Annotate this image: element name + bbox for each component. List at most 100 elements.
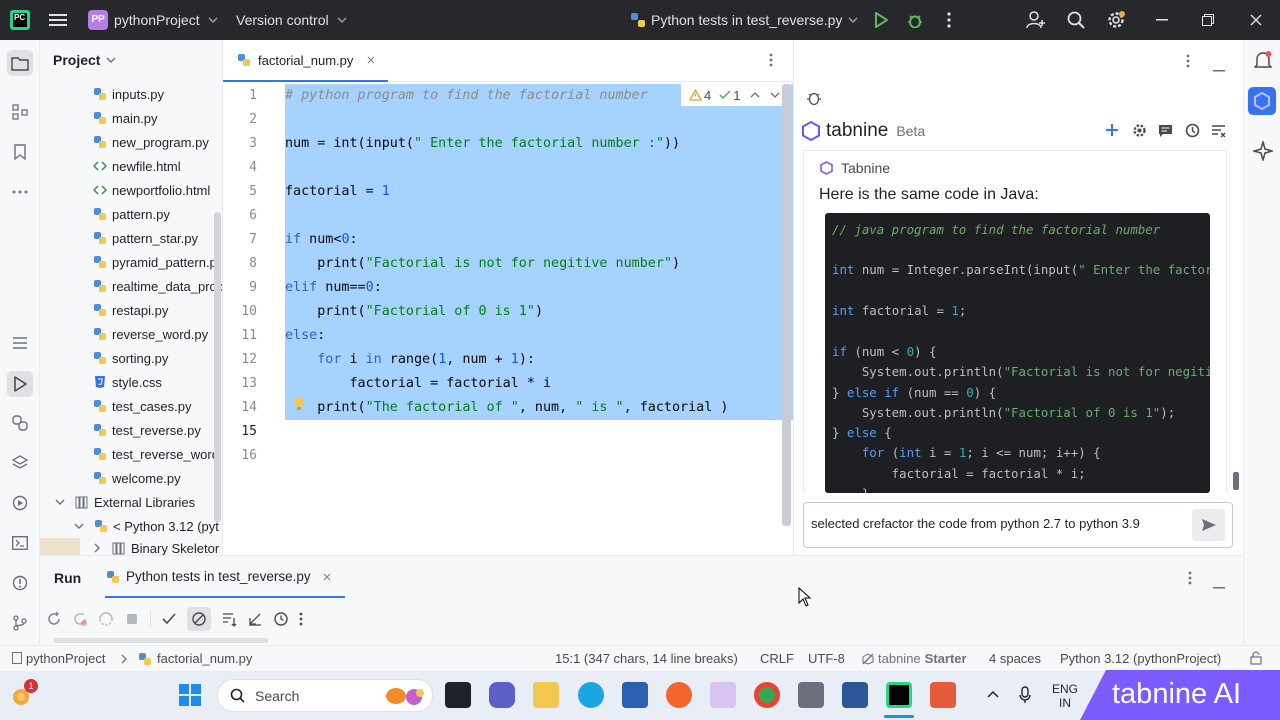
debug-bug-icon[interactable] bbox=[903, 8, 927, 32]
tabnine-settings-icon[interactable] bbox=[1132, 123, 1147, 141]
rerun-failed-icon[interactable] bbox=[72, 611, 88, 627]
file-tree-item[interactable]: pattern.py bbox=[93, 202, 170, 226]
add-user-icon[interactable] bbox=[1024, 8, 1048, 32]
show-passed-check-icon[interactable] bbox=[161, 611, 177, 627]
task-view-icon[interactable] bbox=[445, 682, 471, 708]
run-output-scrollbar[interactable] bbox=[54, 638, 268, 643]
restore-window-icon[interactable] bbox=[1196, 8, 1220, 32]
chrome-icon[interactable] bbox=[754, 682, 780, 708]
line-separator[interactable]: CRLF bbox=[760, 651, 794, 666]
toggle-auto-test-icon[interactable] bbox=[98, 611, 114, 627]
run-options-icon[interactable] bbox=[1188, 571, 1192, 588]
chat-scrollbar[interactable] bbox=[1233, 472, 1239, 490]
new-chat-plus-icon[interactable] bbox=[1105, 123, 1119, 140]
file-tree-item[interactable]: style.css bbox=[93, 370, 162, 394]
test-history-icon[interactable] bbox=[273, 611, 289, 627]
version-control-menu[interactable]: Version control bbox=[236, 9, 347, 31]
more-tools-icon[interactable] bbox=[8, 180, 32, 204]
windows-start-icon[interactable] bbox=[179, 684, 201, 709]
caret-position[interactable]: 15:1 (347 chars, 14 line breaks) bbox=[555, 651, 738, 666]
breadcrumb-file[interactable]: factorial_num.py bbox=[157, 651, 252, 666]
pycharm-taskbar-icon[interactable] bbox=[886, 682, 912, 708]
project-panel-header[interactable]: Project bbox=[53, 52, 116, 68]
run-configuration-selector[interactable]: Python tests in test_reverse.py bbox=[630, 9, 858, 31]
file-tree-item[interactable]: test_reverse_word bbox=[93, 442, 219, 466]
hide-panel-icon[interactable] bbox=[1213, 60, 1225, 75]
rerun-icon[interactable] bbox=[46, 611, 62, 627]
ai-assistant-sparkle-icon[interactable] bbox=[1251, 139, 1275, 164]
editor-tab-factorial[interactable]: factorial_num.py bbox=[223, 40, 388, 82]
todo-list-icon[interactable] bbox=[8, 331, 32, 355]
stop-icon[interactable] bbox=[124, 611, 140, 627]
intention-bulb-icon[interactable] bbox=[292, 396, 306, 415]
file-tree-item[interactable]: welcome.py bbox=[93, 466, 181, 490]
language-indicator[interactable]: ENG IN bbox=[1052, 682, 1078, 710]
chat-input-box[interactable]: selected crefactor the code from python … bbox=[803, 502, 1233, 548]
problems-icon[interactable] bbox=[8, 571, 32, 595]
git-icon[interactable] bbox=[8, 611, 32, 635]
external-libraries-node[interactable]: External Libraries bbox=[55, 490, 195, 514]
editor-options-icon[interactable] bbox=[769, 53, 773, 70]
run-button[interactable] bbox=[869, 8, 893, 32]
search-icon[interactable] bbox=[1064, 8, 1088, 32]
clear-chat-icon[interactable] bbox=[1211, 124, 1226, 141]
code-area[interactable]: # python program to find the factorial n… bbox=[285, 84, 793, 554]
file-tree-item[interactable]: sorting.py bbox=[93, 346, 168, 370]
snipping-tool-icon[interactable] bbox=[710, 682, 736, 708]
file-tree-item[interactable]: newfile.html bbox=[93, 154, 181, 178]
project-folder-icon[interactable] bbox=[7, 50, 33, 76]
teams-app-icon[interactable] bbox=[489, 682, 515, 708]
file-encoding[interactable]: UTF-8 bbox=[808, 651, 845, 666]
file-tree-item[interactable]: reverse_word.py bbox=[93, 322, 208, 346]
calculator-icon[interactable] bbox=[798, 682, 824, 708]
sort-icon[interactable] bbox=[221, 611, 237, 627]
tabnine-tool-icon[interactable] bbox=[1248, 87, 1276, 115]
terminal-icon[interactable] bbox=[8, 531, 32, 555]
bug-report-icon[interactable] bbox=[806, 90, 822, 109]
project-scrollbar[interactable] bbox=[214, 212, 221, 522]
edge-browser-icon[interactable] bbox=[578, 682, 604, 708]
chevron-up-icon[interactable] bbox=[987, 690, 999, 698]
close-tab-icon[interactable] bbox=[367, 56, 375, 64]
file-tree-item[interactable]: newportfolio.html bbox=[93, 178, 210, 202]
settings-gear-icon[interactable] bbox=[1104, 8, 1128, 32]
services-icon[interactable] bbox=[8, 491, 32, 515]
notifications-bell-icon[interactable] bbox=[1253, 51, 1273, 74]
chat-bubble-icon[interactable] bbox=[1158, 124, 1173, 141]
history-icon[interactable] bbox=[1185, 123, 1200, 141]
file-tree-item[interactable]: test_reverse.py bbox=[93, 418, 201, 442]
breadcrumb-project[interactable]: pythonProject bbox=[26, 651, 106, 666]
file-tree-item[interactable]: restapi.py bbox=[93, 298, 168, 322]
project-switcher[interactable]: PP pythonProject bbox=[88, 9, 218, 31]
import-tests-icon[interactable] bbox=[247, 611, 263, 627]
send-button[interactable] bbox=[1192, 509, 1225, 541]
camtasia-icon[interactable] bbox=[930, 682, 956, 708]
structure-icon[interactable] bbox=[8, 100, 32, 124]
show-ignored-toggle[interactable] bbox=[187, 607, 211, 631]
run-tool-icon[interactable] bbox=[7, 371, 33, 397]
tabnine-status[interactable]: tabnine Starter bbox=[862, 651, 967, 666]
taskbar-search-box[interactable]: Search bbox=[217, 679, 433, 712]
lock-icon[interactable] bbox=[1250, 651, 1262, 665]
inspection-widget[interactable]: 4 1 bbox=[681, 84, 791, 106]
hide-run-panel-icon[interactable] bbox=[1213, 577, 1225, 592]
indent-setting[interactable]: 4 spaces bbox=[989, 651, 1041, 666]
main-menu-icon[interactable] bbox=[46, 8, 70, 32]
run-tab[interactable]: Python tests in test_reverse.py bbox=[106, 569, 331, 584]
file-tree-item[interactable]: new_program.py bbox=[93, 130, 209, 154]
binary-skeletons-node[interactable]: Binary Skeletor bbox=[94, 538, 219, 555]
bookmarks-icon[interactable] bbox=[8, 140, 32, 164]
file-tree-item[interactable]: pyramid_pattern.p bbox=[93, 250, 217, 274]
file-explorer-icon[interactable] bbox=[533, 682, 559, 708]
chevron-down-icon[interactable] bbox=[770, 92, 780, 98]
file-tree-item[interactable]: inputs.py bbox=[93, 82, 164, 106]
microphone-icon[interactable] bbox=[1019, 686, 1031, 704]
minimize-window-icon[interactable] bbox=[1150, 8, 1174, 32]
more-actions-icon[interactable] bbox=[299, 611, 303, 627]
python-interpreter[interactable]: Python 3.12 (pythonProject) bbox=[1060, 651, 1221, 666]
python-sdk-node[interactable]: < Python 3.12 (pyt bbox=[74, 514, 219, 538]
microsoft-store-icon[interactable] bbox=[622, 682, 648, 708]
chevron-up-icon[interactable] bbox=[750, 92, 760, 98]
file-tree-item[interactable]: main.py bbox=[93, 106, 158, 130]
layers-icon[interactable] bbox=[8, 451, 32, 475]
